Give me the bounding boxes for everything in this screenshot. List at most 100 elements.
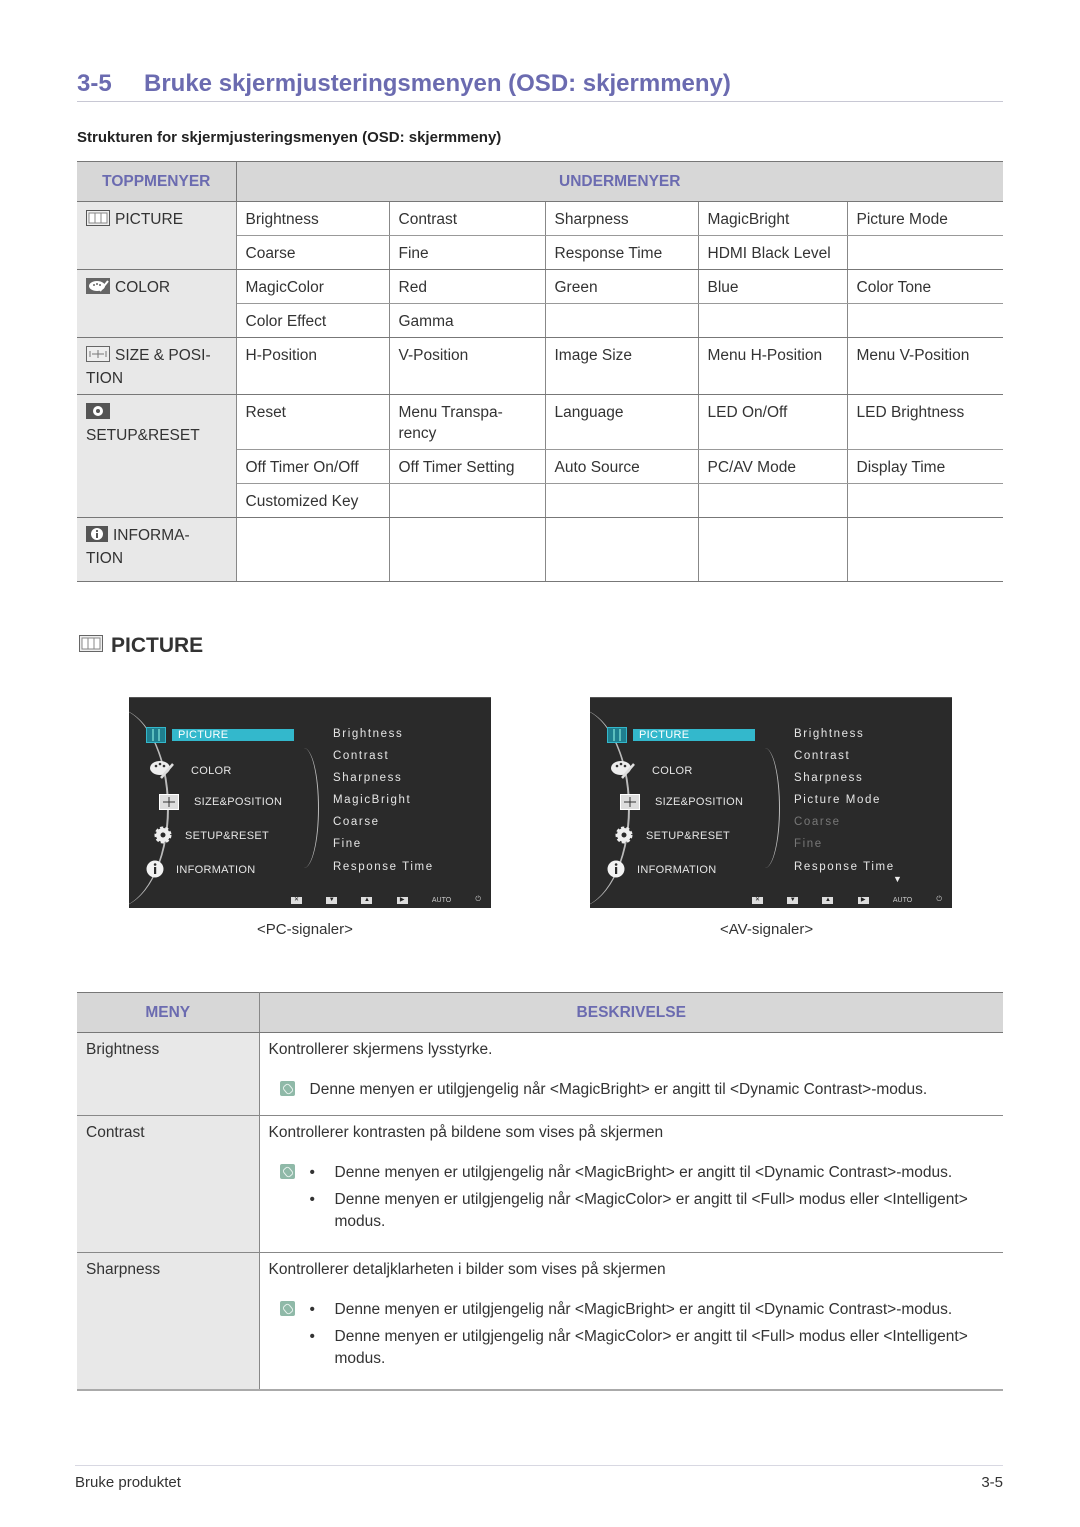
submenu-cell: Red xyxy=(389,269,546,304)
section-number: 3-5 xyxy=(77,70,112,97)
note-item: Denne menyen er utilgjengelig når <Magic… xyxy=(310,1189,995,1233)
osd-button-power-icon: ⏻ xyxy=(936,896,942,903)
submenu-cell: Blue xyxy=(698,269,848,304)
note-icon xyxy=(279,1164,295,1179)
page-number: 3-5 xyxy=(981,1474,1003,1491)
picture-icon xyxy=(146,727,166,748)
description-text: Kontrollerer skjermens lysstyrke. xyxy=(268,1041,493,1058)
top-menu-label: PICTURE xyxy=(115,211,184,228)
submenu-cell: MagicColor xyxy=(236,269,390,304)
osd-main-menu-item: INFORMATION xyxy=(176,864,256,876)
table-row: SIZE & POSI-TION H-Position V-Position Imag… xyxy=(77,337,1003,395)
information-icon xyxy=(607,860,625,883)
submenu-cell: Response Time xyxy=(545,235,699,270)
osd-submenu-item: Fine xyxy=(794,838,823,850)
note-block: Denne menyen er utilgjengelig når <Magic… xyxy=(269,1162,995,1238)
submenu-cell xyxy=(847,235,1003,270)
submenu-cell xyxy=(847,303,1003,338)
osd-button-enter-icon: ▶ xyxy=(396,896,408,904)
submenu-cell xyxy=(545,303,699,338)
submenu-cell xyxy=(698,517,848,582)
size-position-icon xyxy=(159,794,179,815)
top-menu-color: COLOR xyxy=(77,269,237,338)
osd-main-menu-item: COLOR xyxy=(652,765,693,777)
footer-chapter: Bruke produktet xyxy=(75,1474,181,1491)
note-item: Denne menyen er utilgjengelig når <Magic… xyxy=(310,1326,995,1370)
submenu-cell: Contrast xyxy=(389,201,546,236)
top-menu-setup-reset: SETUP&RESET xyxy=(77,394,237,518)
osd-caption-av: <AV-signaler> xyxy=(720,921,814,938)
submenu-cell: MagicBright xyxy=(698,201,848,236)
osd-submenu-item: Coarse xyxy=(794,816,841,828)
submenu-cell xyxy=(236,517,390,582)
picture-icon xyxy=(607,727,627,748)
table-row: Sharpness Kontrollerer detaljklarheten i … xyxy=(77,1252,1003,1391)
submenu-cell: Auto Source xyxy=(545,449,699,484)
osd-submenu-item: Response Time xyxy=(333,861,434,873)
submenu-cell: Color Effect xyxy=(236,303,390,338)
note-block: Denne menyen er utilgjengelig når <Magic… xyxy=(269,1299,995,1375)
picture-section-heading: PICTURE xyxy=(79,634,203,658)
submenu-cell: Off Timer Setting xyxy=(389,449,546,484)
submenu-cell xyxy=(847,483,1003,518)
osd-screenshot-av: PICTURE COLOR SIZE&POSITION SETUP&RESET INFO… xyxy=(590,697,952,908)
osd-button-up-icon: ▲ xyxy=(361,896,373,904)
page-heading: 3-5 Bruke skjermjusteringsmenyen (OSD: s… xyxy=(77,68,1003,102)
submenu-cell xyxy=(847,517,1003,582)
top-menu-label: COLOR xyxy=(115,279,171,296)
table-row: Brightness Kontrollerer skjermens lysstyr… xyxy=(77,1032,1003,1116)
osd-submenu-item: Brightness xyxy=(333,728,404,740)
note-block: Denne menyen er utilgjengelig når <Magic… xyxy=(269,1079,995,1101)
description-cell: Kontrollerer kontrasten på bildene som v… xyxy=(259,1115,1003,1253)
osd-submenu-item: Fine xyxy=(333,838,362,850)
note-item: Denne menyen er utilgjengelig når <Magic… xyxy=(310,1162,995,1184)
submenu-cell: Menu H-Position xyxy=(698,337,848,395)
note-icon xyxy=(279,1081,295,1096)
section-title: PICTURE xyxy=(111,634,204,657)
submenu-cell xyxy=(545,483,699,518)
submenu-cell: Image Size xyxy=(545,337,699,395)
osd-button-down-icon: ▼ xyxy=(326,896,338,904)
information-icon xyxy=(146,860,164,883)
menu-name-cell: Contrast xyxy=(77,1115,260,1253)
top-menu-informa-tion: INFORMA-TION xyxy=(77,517,237,582)
header-menu: MENY xyxy=(77,992,260,1033)
submenu-cell: Language xyxy=(545,394,699,450)
submenu-cell: Customized Key xyxy=(236,483,390,518)
osd-scroll-down-indicator: ▼ xyxy=(893,874,902,884)
submenu-cell xyxy=(389,517,546,582)
osd-submenu-item: Response Time xyxy=(794,861,895,873)
submenu-cell: Fine xyxy=(389,235,546,270)
menu-name-cell: Brightness xyxy=(77,1032,260,1116)
submenu-cell: Coarse xyxy=(236,235,390,270)
osd-caption-pc: <PC-signaler> xyxy=(257,921,353,938)
submenu-cell: Gamma xyxy=(389,303,546,338)
table-header-row: MENY BESKRIVELSE xyxy=(77,992,1003,1033)
osd-structure-table: TOPPMENYER UNDERMENYER PICTURE Brightness… xyxy=(77,161,1003,582)
osd-main-menu-item: SETUP&RESET xyxy=(185,830,269,842)
description-cell: Kontrollerer detaljklarheten i bilder so… xyxy=(259,1252,1003,1391)
osd-button-down-icon: ▼ xyxy=(787,896,799,904)
color-palette-icon xyxy=(149,758,175,785)
page-title: Bruke skjermjusteringsmenyen (OSD: skjer… xyxy=(144,70,731,97)
submenu-cell: Display Time xyxy=(847,449,1003,484)
size-position-icon xyxy=(86,346,110,368)
setup-gear-icon xyxy=(86,403,110,425)
osd-submenu-item: Contrast xyxy=(794,750,851,762)
submenu-cell: Sharpness xyxy=(545,201,699,236)
submenu-cell: Picture Mode xyxy=(847,201,1003,236)
menu-description-table: MENY BESKRIVELSE Brightness Kontrollerer … xyxy=(77,992,1003,1391)
note-list: Denne menyen er utilgjengelig når <Magic… xyxy=(310,1299,995,1375)
osd-button-enter-icon: ▶ xyxy=(857,896,869,904)
osd-button-exit-icon: ✕ xyxy=(291,896,302,904)
osd-main-menu-item: SETUP&RESET xyxy=(646,830,730,842)
osd-main-menu-item: INFORMATION xyxy=(637,864,717,876)
color-palette-icon xyxy=(86,278,110,300)
menu-name-cell: Sharpness xyxy=(77,1252,260,1391)
osd-submenu-item: Coarse xyxy=(333,816,380,828)
osd-main-menu-item: SIZE&POSITION xyxy=(655,796,744,808)
osd-screenshot-pc: PICTURE COLOR SIZE&POSITION SETUP&RESET INFO… xyxy=(129,697,491,908)
submenu-cell: Reset xyxy=(236,394,390,450)
osd-button-auto-label: AUTO xyxy=(892,896,913,904)
top-menu-size-posi-tion: SIZE & POSI-TION xyxy=(77,337,237,395)
